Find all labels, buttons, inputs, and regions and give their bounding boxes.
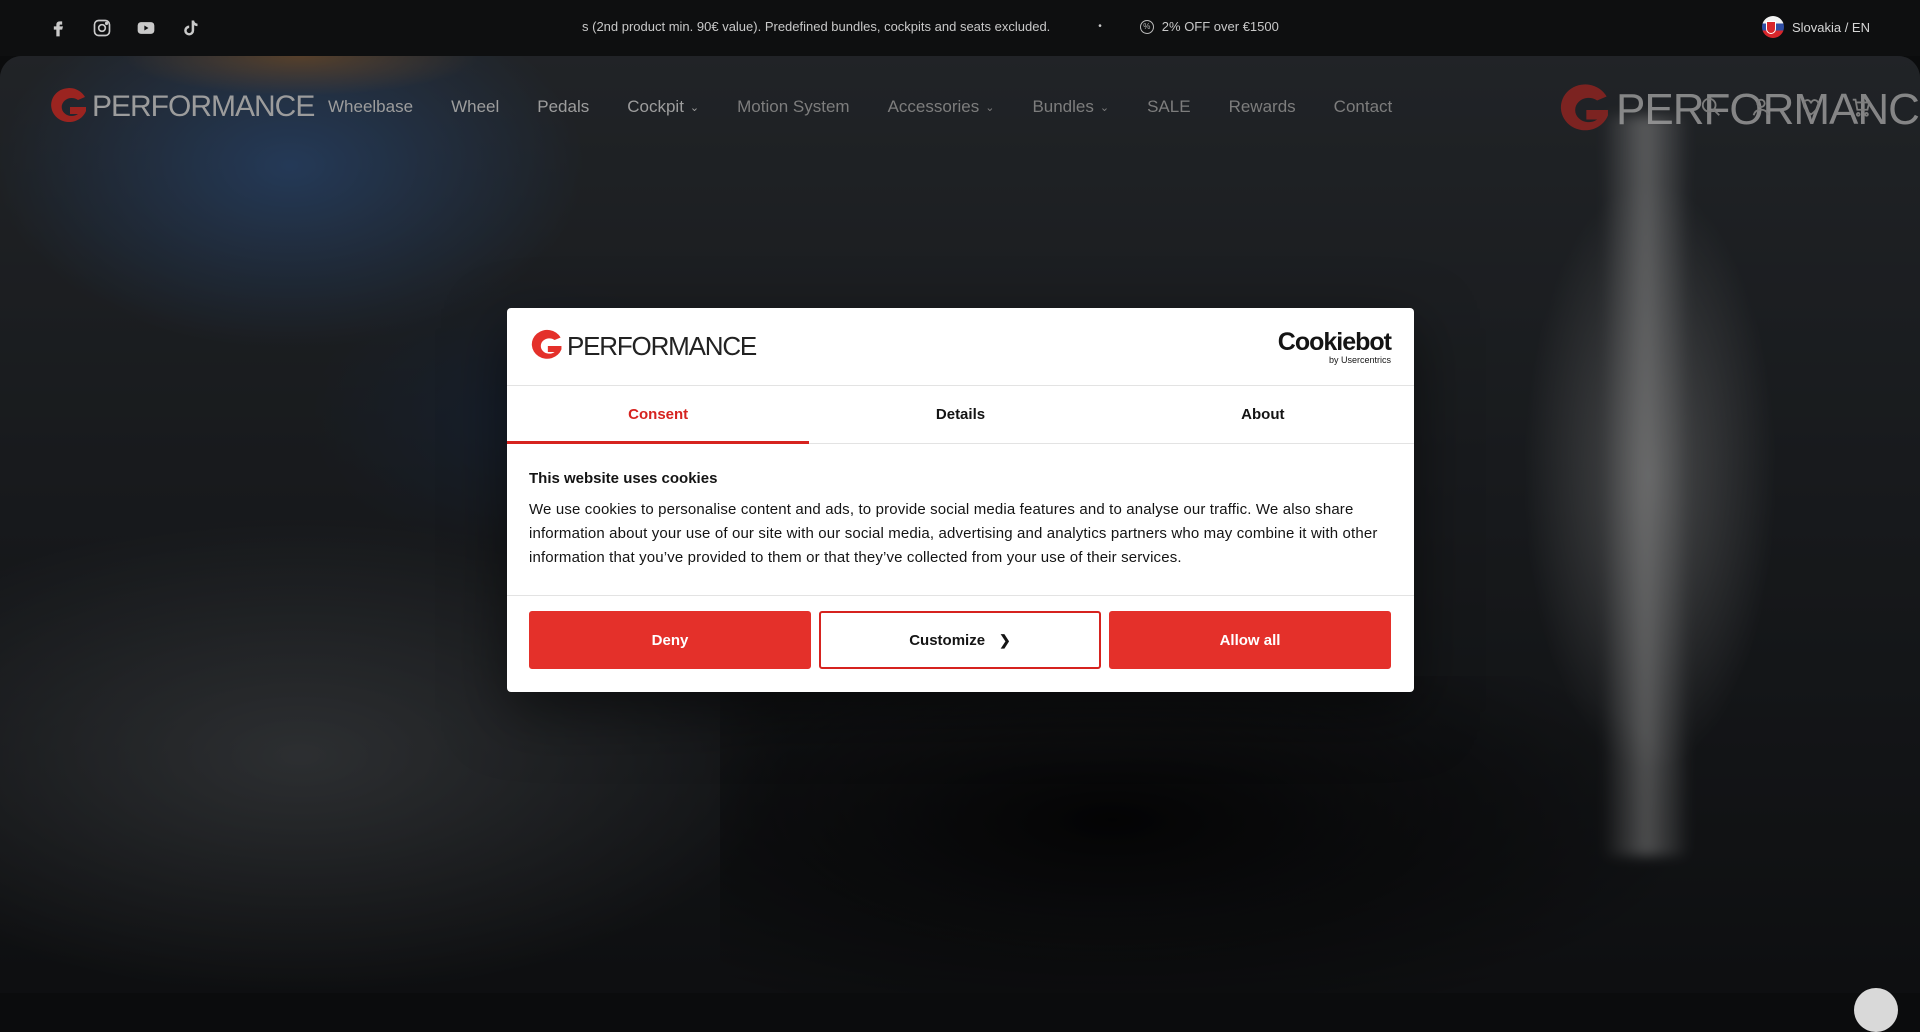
nav-label: Contact xyxy=(1333,97,1393,116)
locale-label: Slovakia / EN xyxy=(1791,19,1870,35)
wishlist-icon[interactable] xyxy=(1800,96,1822,118)
deny-label: Deny xyxy=(651,631,689,649)
cookiebot-name: Cookiebot xyxy=(1277,328,1392,356)
dialog-description: We use cookies to personalise content an… xyxy=(529,501,1378,566)
dialog-tabs: Consent Details About xyxy=(507,386,1414,444)
dialog-brand-logo: PERFORMANCE xyxy=(529,329,757,363)
instagram-icon[interactable] xyxy=(91,17,113,39)
nav-item-bundles[interactable]: Bundles ⌄ xyxy=(1032,97,1109,117)
nav-item-contact[interactable]: Contact xyxy=(1334,97,1393,117)
nav-label: Pedals xyxy=(537,97,590,116)
social-links xyxy=(47,17,201,39)
tab-details[interactable]: Details xyxy=(809,386,1111,443)
g-logo-icon xyxy=(531,329,562,359)
g-logo-icon xyxy=(51,88,86,123)
logo-text: PERFORMANCE xyxy=(567,330,757,361)
scroll-down-button[interactable] xyxy=(1854,988,1898,1032)
nav-label: Wheel xyxy=(451,97,500,116)
main-navigation: PERFORMANCE Wheelbase Wheel Pedals Cockp… xyxy=(0,56,1920,156)
customize-label: Customize xyxy=(909,631,986,649)
cookiebot-logo[interactable]: Cookiebot by Usercentrics xyxy=(1277,328,1392,366)
cookie-consent-dialog: PERFORMANCE Cookiebot by Usercentrics Co… xyxy=(507,308,1414,692)
chevron-down-icon: ⌄ xyxy=(1099,101,1110,114)
nav-label: Motion System xyxy=(737,97,850,116)
announcement-separator: • xyxy=(1098,21,1102,32)
dialog-body: This website uses cookies We use cookies… xyxy=(507,444,1414,596)
allow-all-button[interactable]: Allow all xyxy=(1109,611,1391,669)
site-logo[interactable]: PERFORMANCE xyxy=(48,87,315,127)
chevron-right-icon: ❯ xyxy=(999,631,1011,648)
nav-item-motion-system[interactable]: Motion System xyxy=(737,97,849,117)
chevron-down-icon: ⌄ xyxy=(689,101,700,114)
dialog-actions: Deny Customize ❯ Allow all xyxy=(507,596,1414,684)
nav-label: Rewards xyxy=(1228,97,1296,116)
nav-utility-icons xyxy=(1700,96,1872,118)
tiktok-icon[interactable] xyxy=(179,17,201,39)
nav-item-rewards[interactable]: Rewards xyxy=(1229,97,1296,117)
cookiebot-sub: by Usercentrics xyxy=(1328,355,1391,365)
announcement-text: s (2nd product min. 90€ value). Predefin… xyxy=(582,19,1051,34)
allow-all-label: Allow all xyxy=(1219,631,1281,649)
facebook-icon[interactable] xyxy=(47,17,69,39)
locale-selector[interactable]: Slovakia / EN xyxy=(1761,16,1870,38)
nav-item-wheel[interactable]: Wheel xyxy=(451,97,499,117)
nav-item-wheelbase[interactable]: Wheelbase xyxy=(328,97,413,117)
cart-icon[interactable] xyxy=(1850,96,1872,118)
nav-menu: Wheelbase Wheel Pedals Cockpit ⌄ Motion S… xyxy=(328,97,1430,117)
tab-about[interactable]: About xyxy=(1112,386,1414,443)
customize-button[interactable]: Customize ❯ xyxy=(819,611,1101,669)
slovakia-flag-icon xyxy=(1761,16,1784,38)
discount-icon: % xyxy=(1139,19,1154,34)
logo-text: PERFORMANCE xyxy=(92,90,315,123)
announcement-bar: s (2nd product min. 90€ value). Predefin… xyxy=(0,0,1920,56)
nav-label: Wheelbase xyxy=(328,97,414,116)
chevron-down-icon: ⌄ xyxy=(985,101,995,114)
nav-label: Cockpit xyxy=(627,97,684,116)
announcement-marquee: s (2nd product min. 90€ value). Predefin… xyxy=(582,19,1279,34)
youtube-icon[interactable] xyxy=(135,17,157,39)
search-icon[interactable] xyxy=(1700,96,1722,118)
tab-consent[interactable]: Consent xyxy=(507,386,810,444)
account-icon[interactable] xyxy=(1750,96,1772,118)
dialog-title: This website uses cookies xyxy=(529,470,718,487)
nav-label: Bundles xyxy=(1032,97,1094,116)
deny-button[interactable]: Deny xyxy=(529,611,811,669)
nav-label: SALE xyxy=(1147,97,1191,116)
nav-item-cockpit[interactable]: Cockpit ⌄ xyxy=(627,97,699,117)
dialog-header: PERFORMANCE Cookiebot by Usercentrics xyxy=(507,308,1414,386)
g-logo-icon xyxy=(1560,84,1608,131)
announcement-text-2: 2% OFF over €1500 xyxy=(1161,19,1279,34)
nav-item-sale[interactable]: SALE xyxy=(1147,97,1190,117)
nav-item-accessories[interactable]: Accessories ⌄ xyxy=(888,97,995,117)
nav-label: Accessories xyxy=(887,97,980,116)
nav-item-pedals[interactable]: Pedals xyxy=(537,97,589,117)
